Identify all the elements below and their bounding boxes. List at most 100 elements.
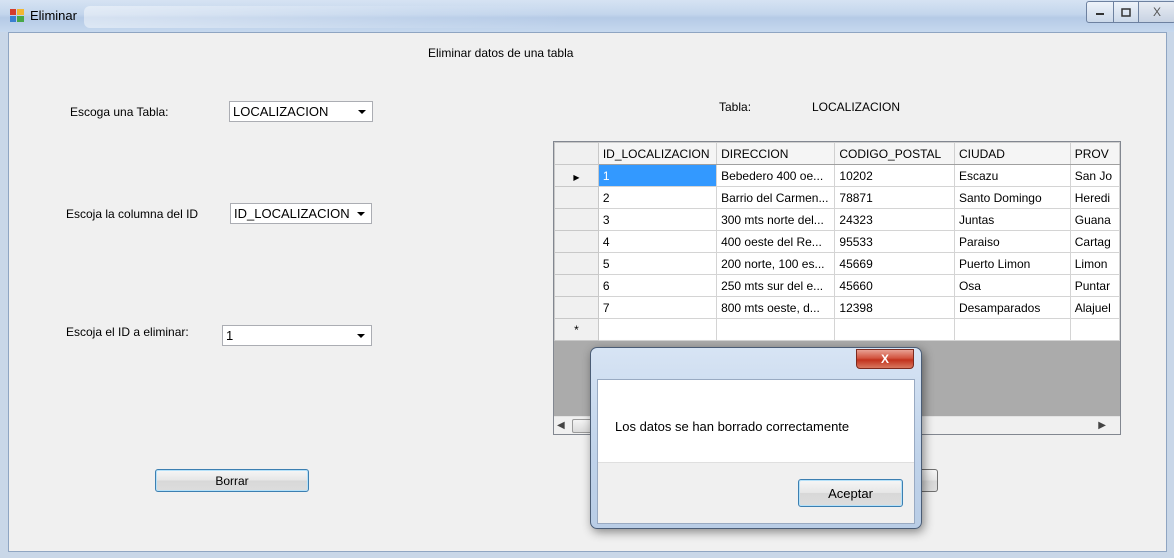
maximize-icon	[1121, 7, 1131, 17]
window-close-button[interactable]: X	[1138, 1, 1174, 23]
grid-cell[interactable]: Heredi	[1069, 186, 1120, 209]
window-titlebar: Eliminar X	[0, 0, 1174, 32]
scroll-right-icon[interactable]: ▶	[1098, 420, 1106, 431]
row-header[interactable]	[554, 230, 599, 253]
grid-cell[interactable]: 1	[597, 164, 718, 187]
tabla-value: LOCALIZACION	[812, 100, 901, 114]
grid-cell[interactable]: Escazu	[953, 164, 1071, 187]
row-header[interactable]	[554, 208, 599, 231]
table-row[interactable]: 5 200 norte, 100 es... 45669 Puerto Limo…	[554, 252, 1120, 275]
grid-cell[interactable]: 400 oeste del Re...	[716, 230, 836, 253]
table-row[interactable]: 7 800 mts oeste, d... 12398 Desamparados…	[554, 296, 1120, 319]
dialog-close-button[interactable]: X	[856, 349, 914, 369]
data-grid-table: ID_LOCALIZACION DIRECCION CODIGO_POSTAL …	[554, 142, 1120, 341]
table-select-value: LOCALIZACION	[233, 104, 329, 119]
grid-cell[interactable]	[834, 318, 955, 341]
grid-cell[interactable]: 12398	[834, 296, 955, 319]
column-header[interactable]: DIRECCION	[716, 142, 836, 165]
grid-cell[interactable]: Guana	[1069, 208, 1120, 231]
title-blur	[84, 6, 574, 28]
grid-cell[interactable]: 24323	[834, 208, 955, 231]
grid-cell[interactable]: Bebedero 400 oe...	[716, 164, 836, 187]
grid-cell[interactable]: 200 norte, 100 es...	[716, 252, 836, 275]
window-title: Eliminar	[30, 8, 77, 23]
table-row[interactable]: 3 300 mts norte del... 24323 Juntas Guan…	[554, 208, 1120, 231]
grid-cell[interactable]: Barrio del Carmen...	[716, 186, 836, 209]
row-header[interactable]	[554, 186, 599, 209]
grid-cell[interactable]: San Jo	[1069, 164, 1120, 187]
id-column-select-label: Escoja la columna del ID	[66, 207, 199, 221]
grid-cell[interactable]: Puerto Limon	[953, 252, 1071, 275]
id-delete-select-value: 1	[226, 328, 234, 343]
grid-cell[interactable]: 6	[597, 274, 718, 297]
dropdown-arrow-icon	[357, 334, 365, 338]
scroll-left-icon[interactable]: ◀	[557, 420, 565, 431]
grid-cell[interactable]	[1069, 318, 1120, 341]
tabla-label: Tabla:	[719, 100, 752, 114]
grid-cell[interactable]: 250 mts sur del e...	[716, 274, 836, 297]
dialog-body: Los datos se han borrado correctamente A…	[597, 379, 915, 524]
close-icon: X	[1152, 5, 1161, 19]
grid-cell[interactable]	[597, 318, 718, 341]
row-header[interactable]	[554, 296, 599, 319]
grid-header-row: ID_LOCALIZACION DIRECCION CODIGO_POSTAL …	[554, 142, 1120, 165]
column-header[interactable]: CODIGO_POSTAL	[834, 142, 955, 165]
minimize-button[interactable]	[1086, 1, 1114, 23]
column-header[interactable]: CIUDAD	[953, 142, 1071, 165]
row-header[interactable]	[554, 274, 599, 297]
grid-cell[interactable]: Osa	[953, 274, 1071, 297]
table-select[interactable]: LOCALIZACION	[229, 101, 373, 122]
grid-cell[interactable]: 3	[597, 208, 718, 231]
table-row[interactable]: ▶ 1 Bebedero 400 oe... 10202 Escazu San …	[554, 164, 1120, 187]
column-header[interactable]: PROV	[1069, 142, 1120, 165]
grid-corner-cell[interactable]	[554, 142, 599, 165]
id-delete-select-label: Escoja el ID a eliminar:	[66, 325, 189, 339]
dropdown-arrow-icon	[357, 212, 365, 216]
grid-cell[interactable]: Cartag	[1069, 230, 1120, 253]
id-delete-select[interactable]: 1	[222, 325, 372, 346]
scroll-thumb[interactable]	[572, 419, 592, 433]
id-column-select-value: ID_LOCALIZACION	[234, 206, 350, 221]
close-icon: X	[880, 352, 889, 366]
dialog-footer: Aceptar	[598, 462, 914, 523]
grid-cell[interactable]: Santo Domingo	[953, 186, 1071, 209]
grid-cell[interactable]: Alajuel	[1069, 296, 1120, 319]
new-row-icon: *	[574, 322, 579, 337]
column-header[interactable]: ID_LOCALIZACION	[597, 142, 718, 165]
grid-cell[interactable]: 4	[597, 230, 718, 253]
grid-cell[interactable]: 7	[597, 296, 718, 319]
dropdown-arrow-icon	[358, 110, 366, 114]
app-form-icon	[10, 9, 24, 22]
grid-cell[interactable]: 45669	[834, 252, 955, 275]
grid-cell[interactable]: 5	[597, 252, 718, 275]
grid-cell[interactable]: 45660	[834, 274, 955, 297]
minimize-icon	[1096, 13, 1104, 15]
grid-cell[interactable]: 10202	[834, 164, 955, 187]
grid-cell[interactable]: 300 mts norte del...	[716, 208, 836, 231]
table-row[interactable]: 6 250 mts sur del e... 45660 Osa Puntar	[554, 274, 1120, 297]
grid-cell[interactable]	[953, 318, 1071, 341]
grid-cell[interactable]: 95533	[834, 230, 955, 253]
form-heading: Eliminar datos de una tabla	[428, 46, 574, 60]
grid-cell[interactable]: Juntas	[953, 208, 1071, 231]
new-row[interactable]: *	[554, 318, 1120, 341]
grid-cell[interactable]: 800 mts oeste, d...	[716, 296, 836, 319]
table-row[interactable]: 4 400 oeste del Re... 95533 Paraiso Cart…	[554, 230, 1120, 253]
grid-cell[interactable]: Paraiso	[953, 230, 1071, 253]
dialog-message: Los datos se han borrado correctamente	[615, 419, 850, 434]
grid-cell[interactable]: Limon	[1069, 252, 1120, 275]
grid-cell[interactable]: 78871	[834, 186, 955, 209]
ok-button[interactable]: Aceptar	[798, 479, 903, 507]
row-header[interactable]: *	[554, 318, 599, 341]
grid-cell[interactable]: Desamparados	[953, 296, 1071, 319]
table-select-label: Escoga una Tabla:	[70, 105, 169, 119]
grid-cell[interactable]	[716, 318, 836, 341]
table-row[interactable]: 2 Barrio del Carmen... 78871 Santo Domin…	[554, 186, 1120, 209]
grid-cell[interactable]: 2	[597, 186, 718, 209]
delete-button[interactable]: Borrar	[155, 469, 309, 492]
grid-cell[interactable]: Puntar	[1069, 274, 1120, 297]
row-header[interactable]: ▶	[554, 164, 599, 187]
id-column-select[interactable]: ID_LOCALIZACION	[230, 203, 372, 224]
row-header[interactable]	[554, 252, 599, 275]
maximize-button[interactable]	[1113, 1, 1139, 23]
